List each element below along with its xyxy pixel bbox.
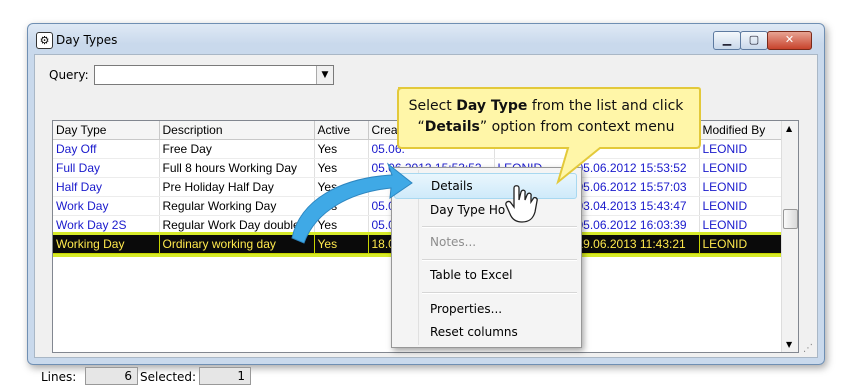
cell-description: Regular Work Day double: [159, 215, 315, 235]
callout-line1-bold: Day Type: [456, 98, 528, 114]
cell-modified: 05.06.2012 15:57:03: [573, 177, 700, 197]
callout-line2-pre: “: [417, 119, 425, 135]
minimize-button[interactable]: ▁: [713, 31, 741, 50]
selected-label: Selected:: [140, 370, 197, 384]
lines-label: Lines:: [41, 370, 77, 384]
context-menu: Details Day Type Ho Notes... Table to Ex…: [391, 167, 582, 348]
cell-modified-by: LEONID: [699, 177, 782, 197]
callout-line1-post: from the list and click: [527, 98, 684, 114]
cell-modified: 03.04.2013 15:43:47: [573, 196, 700, 216]
cell-day-type: Day Off: [53, 139, 160, 159]
cell-active: Yes: [314, 139, 369, 159]
resize-grip-icon[interactable]: ⋰: [803, 343, 813, 354]
chevron-down-icon[interactable]: ▼: [316, 66, 333, 84]
cell-active: Yes: [314, 177, 369, 197]
cell-day-type: Work Day 2S: [53, 215, 160, 235]
cell-day-type: Full Day: [53, 158, 160, 178]
lines-count: 6: [85, 367, 138, 385]
menu-item-properties[interactable]: Properties...: [430, 302, 502, 316]
callout-line1-pre: Select: [408, 98, 457, 114]
selected-count: 1: [199, 367, 251, 385]
cell-modified: 19.06.2013 11:43:21: [573, 234, 700, 254]
cell-description: Pre Holiday Half Day: [159, 177, 315, 197]
scroll-down-icon[interactable]: ▼: [786, 340, 792, 349]
menu-separator: [422, 259, 577, 261]
maximize-button[interactable]: ▢: [740, 31, 768, 50]
table-row[interactable]: Day Off Free Day Yes 05.06. LEONID: [53, 139, 782, 159]
cell-description: Ordinary working day: [159, 234, 315, 254]
cell-modified-by: LEONID: [699, 215, 782, 235]
cell-day-type: Working Day: [53, 234, 160, 254]
cell-created: 05.06.: [368, 139, 495, 159]
menu-item-notes: Notes...: [430, 235, 477, 249]
callout-line2-post: ” option from context menu: [479, 119, 675, 135]
gear-icon: ⚙: [36, 32, 53, 49]
query-label: Query:: [49, 68, 89, 82]
cell-modified-by: LEONID: [699, 196, 782, 216]
query-select[interactable]: ▼: [94, 65, 334, 85]
vertical-scrollbar[interactable]: ▲ ▼: [781, 121, 798, 352]
title-bar[interactable]: ⚙ Day Types ▁ ▢ ✕: [28, 24, 824, 52]
column-header-day-type[interactable]: Day Type: [53, 121, 160, 140]
cell-modified: [573, 139, 700, 159]
menu-separator: [422, 292, 577, 294]
column-header-description[interactable]: Description: [159, 121, 315, 140]
close-button[interactable]: ✕: [767, 31, 812, 50]
column-header-active[interactable]: Active: [314, 121, 369, 140]
menu-item-day-type-holidays[interactable]: Day Type Ho: [430, 203, 505, 217]
cell-description: Regular Working Day: [159, 196, 315, 216]
column-header-modified-by[interactable]: Modified By: [699, 121, 782, 140]
cell-modified-by: LEONID: [699, 234, 782, 254]
callout-text: Select Day Type from the list and click …: [403, 96, 689, 138]
window-title: Day Types: [56, 33, 118, 47]
cell-modified-by: LEONID: [699, 139, 782, 159]
cell-description: Full 8 hours Working Day: [159, 158, 315, 178]
callout-line2-bold: Details: [424, 119, 480, 135]
menu-item-table-to-excel[interactable]: Table to Excel: [430, 268, 513, 282]
cell-active: Yes: [314, 215, 369, 235]
cell-day-type: Work Day: [53, 196, 160, 216]
cell-modified: 05.06.2012 15:53:52: [573, 158, 700, 178]
scroll-thumb[interactable]: [783, 209, 798, 229]
cell-active: Yes: [314, 196, 369, 216]
cell-modified: 05.06.2012 16:03:39: [573, 215, 700, 235]
scroll-up-icon[interactable]: ▲: [786, 124, 792, 133]
cell-day-type: Half Day: [53, 177, 160, 197]
menu-item-reset-columns[interactable]: Reset columns: [430, 325, 518, 339]
cell-description: Free Day: [159, 139, 315, 159]
cell-active: Yes: [314, 158, 369, 178]
menu-separator: [422, 226, 577, 228]
cell-created-by: [494, 139, 574, 159]
cell-active: Yes: [314, 234, 369, 254]
menu-item-details[interactable]: Details: [394, 173, 577, 199]
cell-modified-by: LEONID: [699, 158, 782, 178]
